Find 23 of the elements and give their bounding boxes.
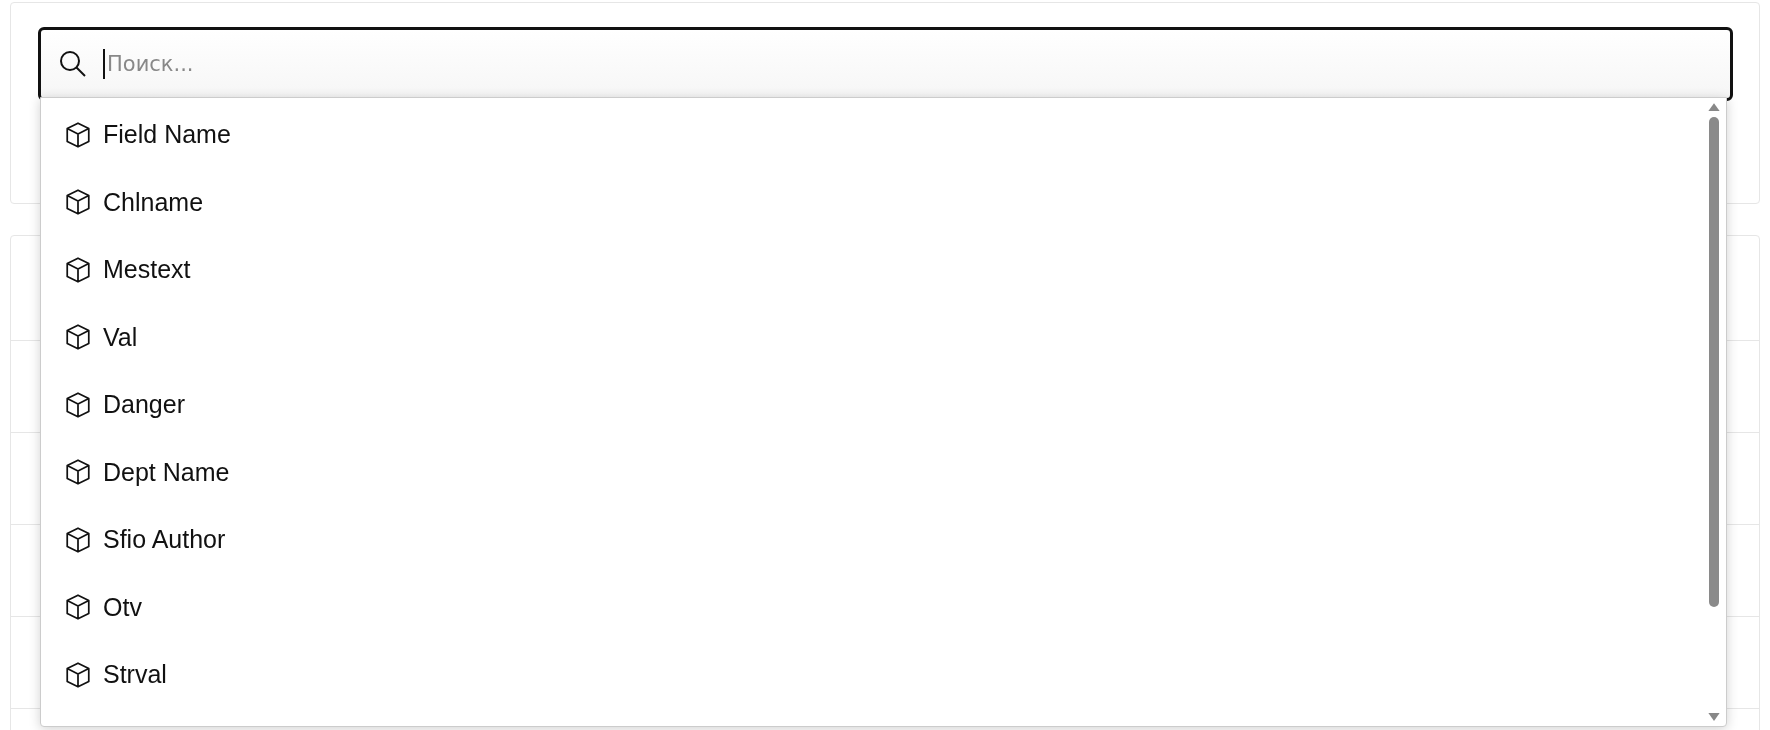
cube-icon (65, 323, 91, 352)
cube-icon (65, 188, 91, 217)
search-field[interactable]: Поиск... (38, 27, 1733, 101)
cube-icon (65, 120, 91, 149)
suggestion-item[interactable]: Val (41, 303, 1706, 371)
suggestion-item[interactable]: Mestext (41, 236, 1706, 304)
cube-icon (65, 525, 91, 554)
scroll-down-arrow-icon[interactable] (1708, 713, 1720, 722)
scroll-up-arrow-icon[interactable] (1708, 102, 1720, 111)
cube-icon (65, 255, 91, 284)
suggestion-item[interactable]: Danger (41, 371, 1706, 439)
cube-icon (65, 593, 91, 622)
suggestion-item[interactable]: Chlname (41, 168, 1706, 236)
suggestion-item[interactable]: Dept Name (41, 438, 1706, 506)
cube-icon (65, 458, 91, 487)
cube-icon (65, 660, 91, 689)
search-input[interactable]: Поиск... (103, 49, 1730, 79)
suggestion-item[interactable]: Otv (41, 573, 1706, 641)
cube-icon (65, 390, 91, 419)
suggestion-item[interactable]: Field Name (41, 101, 1706, 169)
search-icon (58, 49, 88, 79)
suggestion-item[interactable]: Strval (41, 641, 1706, 709)
suggestion-item[interactable]: Sfio Author (41, 506, 1706, 574)
